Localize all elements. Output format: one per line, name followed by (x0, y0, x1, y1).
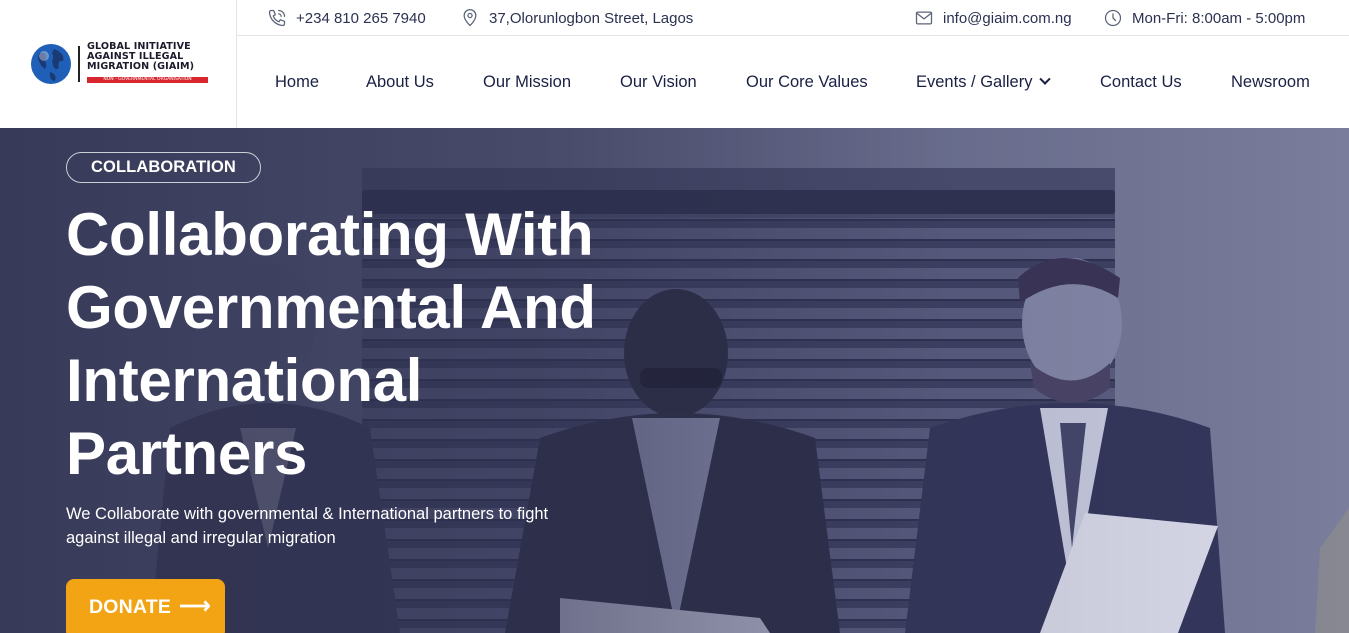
nav-contact-us[interactable]: Contact Us (1100, 36, 1182, 128)
hero-banner: COLLABORATION Collaborating With Governm… (0, 128, 1349, 633)
map-pin-icon (463, 9, 477, 27)
nav-label: Home (275, 72, 320, 91)
contact-topbar: +234 810 265 7940 37,Olorunlogbon Street… (237, 0, 1349, 36)
site-logo[interactable]: GLOBAL INITIATIVE AGAINST ILLEGAL MIGRAT… (30, 42, 210, 86)
nav-our-core-values[interactable]: Our Core Values (746, 36, 868, 128)
nav-label: Contact Us (1100, 72, 1182, 91)
email-contact[interactable]: info@giaim.com.ng (914, 0, 1072, 36)
nav-newsroom[interactable]: Newsroom (1231, 36, 1310, 128)
phone-contact[interactable]: +234 810 265 7940 (267, 0, 426, 36)
hero-title-line: Governmental And (66, 274, 596, 341)
hero-title-line: Collaborating With (66, 201, 594, 268)
opening-hours: Mon-Fri: 8:00am - 5:00pm (1132, 9, 1306, 27)
hero-title-line: Partners (66, 420, 308, 487)
hero-title: Collaborating With Governmental And Inte… (66, 198, 666, 490)
hero-category-badge: COLLABORATION (66, 152, 261, 183)
address-contact[interactable]: 37,Olorunlogbon Street, Lagos (460, 0, 693, 36)
nav-label: Events / Gallery (916, 72, 1033, 91)
phone-number: +234 810 265 7940 (296, 9, 426, 27)
hero-description: We Collaborate with governmental & Inter… (66, 502, 596, 550)
nav-label: Newsroom (1231, 72, 1310, 91)
hero-description-line: against illegal and irregular migration (66, 529, 336, 547)
nav-our-mission[interactable]: Our Mission (483, 36, 571, 128)
chevron-down-icon (1039, 73, 1052, 85)
nav-home[interactable]: Home (275, 36, 319, 128)
logo-wordmark: GLOBAL INITIATIVE AGAINST ILLEGAL MIGRAT… (87, 42, 212, 72)
site-header: GLOBAL INITIATIVE AGAINST ILLEGAL MIGRAT… (0, 0, 1349, 128)
address-text: 37,Olorunlogbon Street, Lagos (489, 9, 694, 27)
donate-label: DONATE (89, 596, 172, 618)
hero-title-line: International (66, 347, 423, 414)
phone-icon (268, 9, 286, 27)
logo-line: MIGRATION (GIAIM) (87, 61, 195, 72)
globe-icon (31, 44, 71, 84)
nav-label: About Us (366, 72, 434, 91)
donate-button[interactable]: DONATE ⟶ (66, 579, 225, 633)
logo-tagline: NON - GOVERNMENTAL ORGANISATION (87, 77, 208, 83)
hero-description-line: We Collaborate with governmental & Inter… (66, 505, 549, 523)
arrow-right-icon: ⟶ (179, 593, 211, 618)
nav-label: Our Mission (483, 72, 572, 91)
email-address: info@giaim.com.ng (943, 9, 1072, 27)
hours-info: Mon-Fri: 8:00am - 5:00pm (1103, 0, 1305, 36)
nav-label: Our Core Values (746, 72, 868, 91)
clock-icon (1104, 9, 1122, 27)
mail-icon (915, 11, 933, 25)
logo-area: GLOBAL INITIATIVE AGAINST ILLEGAL MIGRAT… (0, 0, 237, 128)
nav-label: Our Vision (620, 72, 697, 91)
logo-divider (78, 46, 80, 82)
nav-events-gallery[interactable]: Events / Gallery (916, 36, 1052, 128)
nav-our-vision[interactable]: Our Vision (620, 36, 697, 128)
main-navigation: Home About Us Our Mission Our Vision Our… (237, 36, 1349, 128)
nav-about-us[interactable]: About Us (366, 36, 434, 128)
